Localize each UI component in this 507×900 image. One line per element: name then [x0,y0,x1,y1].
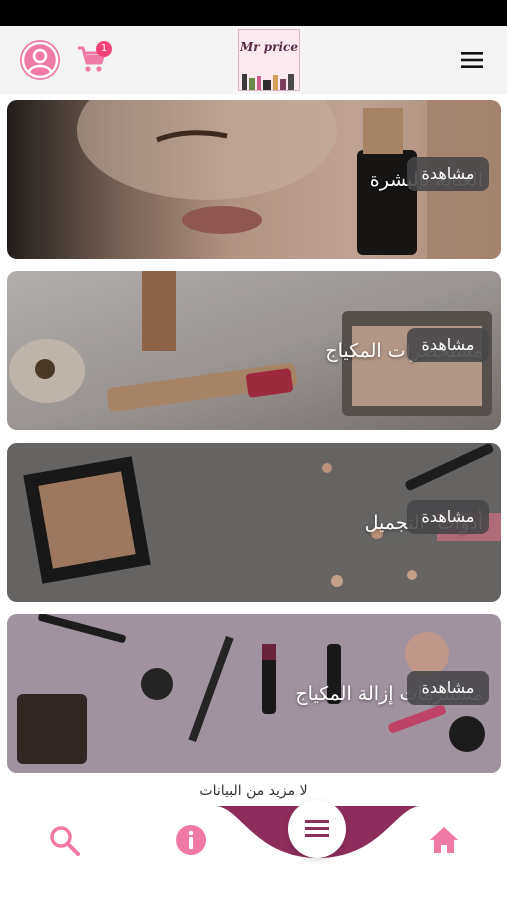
logo-text: Mr price [240,40,298,54]
category-card-skincare[interactable]: العناية بالبشرة مشاهدة [7,100,501,259]
category-card-beauty-tools[interactable]: أدوات التجميل مشاهدة [7,443,501,602]
view-button[interactable]: مشاهدة [407,500,489,534]
user-avatar-icon[interactable] [20,40,60,80]
cart-count-badge: 1 [96,41,112,57]
view-button[interactable]: مشاهدة [407,671,489,705]
info-icon[interactable] [174,823,208,857]
no-more-data-label: لا مزيد من البيانات [199,783,308,799]
status-bar [0,0,507,26]
brand-logo[interactable]: Mr price [238,29,300,91]
hamburger-menu-icon[interactable] [458,49,486,71]
app-header: 1 Mr price [0,26,507,94]
view-button[interactable]: مشاهدة [407,157,489,191]
bottom-tab-bar [0,800,507,900]
category-card-makeup[interactable]: مستحضرات المكياج مشاهدة [7,271,501,430]
view-button[interactable]: مشاهدة [407,328,489,362]
home-icon[interactable] [427,823,461,857]
list-menu-icon[interactable] [288,800,346,858]
search-icon[interactable] [48,824,82,858]
category-card-makeup-removal[interactable]: مستلزمات إزالة المكياج مشاهدة [7,614,501,773]
